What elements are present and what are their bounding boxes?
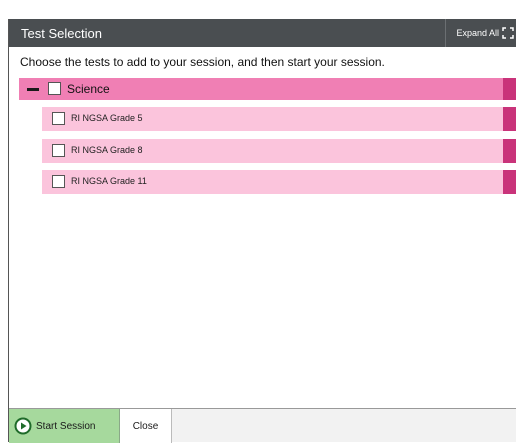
- test-row-grade-5[interactable]: RI NGSA Grade 5: [42, 107, 516, 131]
- start-session-label: Start Session: [36, 420, 96, 432]
- instructions-text: Choose the tests to add to your session,…: [20, 55, 385, 69]
- close-label: Close: [132, 420, 159, 432]
- test-checkbox-grade-8[interactable]: [52, 144, 65, 157]
- test-label: RI NGSA Grade 5: [71, 113, 143, 123]
- collapse-minus-icon[interactable]: [27, 88, 39, 91]
- test-checkbox-grade-11[interactable]: [52, 175, 65, 188]
- test-row-grade-11[interactable]: RI NGSA Grade 11: [42, 170, 516, 194]
- play-circle-icon: [14, 417, 32, 435]
- dialog-footer: Start Session Close: [9, 408, 516, 443]
- row-endcap: [503, 139, 516, 163]
- expand-all-button[interactable]: Expand All: [445, 19, 516, 47]
- test-selection-dialog: Test Selection Expand All Choose the tes…: [8, 19, 516, 443]
- expand-all-label: Expand All: [456, 28, 499, 38]
- row-endcap: [503, 78, 516, 100]
- row-endcap: [503, 170, 516, 194]
- row-endcap: [503, 107, 516, 131]
- close-button[interactable]: Close: [120, 409, 172, 443]
- group-checkbox-science[interactable]: [48, 82, 61, 95]
- start-session-button[interactable]: Start Session: [9, 409, 120, 443]
- test-label: RI NGSA Grade 8: [71, 145, 143, 155]
- dialog-titlebar: Test Selection Expand All: [9, 19, 516, 47]
- group-row-science[interactable]: Science: [19, 78, 516, 100]
- group-label: Science: [67, 82, 110, 96]
- test-checkbox-grade-5[interactable]: [52, 112, 65, 125]
- dialog-title: Test Selection: [21, 26, 102, 41]
- test-label: RI NGSA Grade 11: [71, 176, 147, 186]
- test-row-grade-8[interactable]: RI NGSA Grade 8: [42, 139, 516, 163]
- expand-arrows-icon: [502, 27, 514, 39]
